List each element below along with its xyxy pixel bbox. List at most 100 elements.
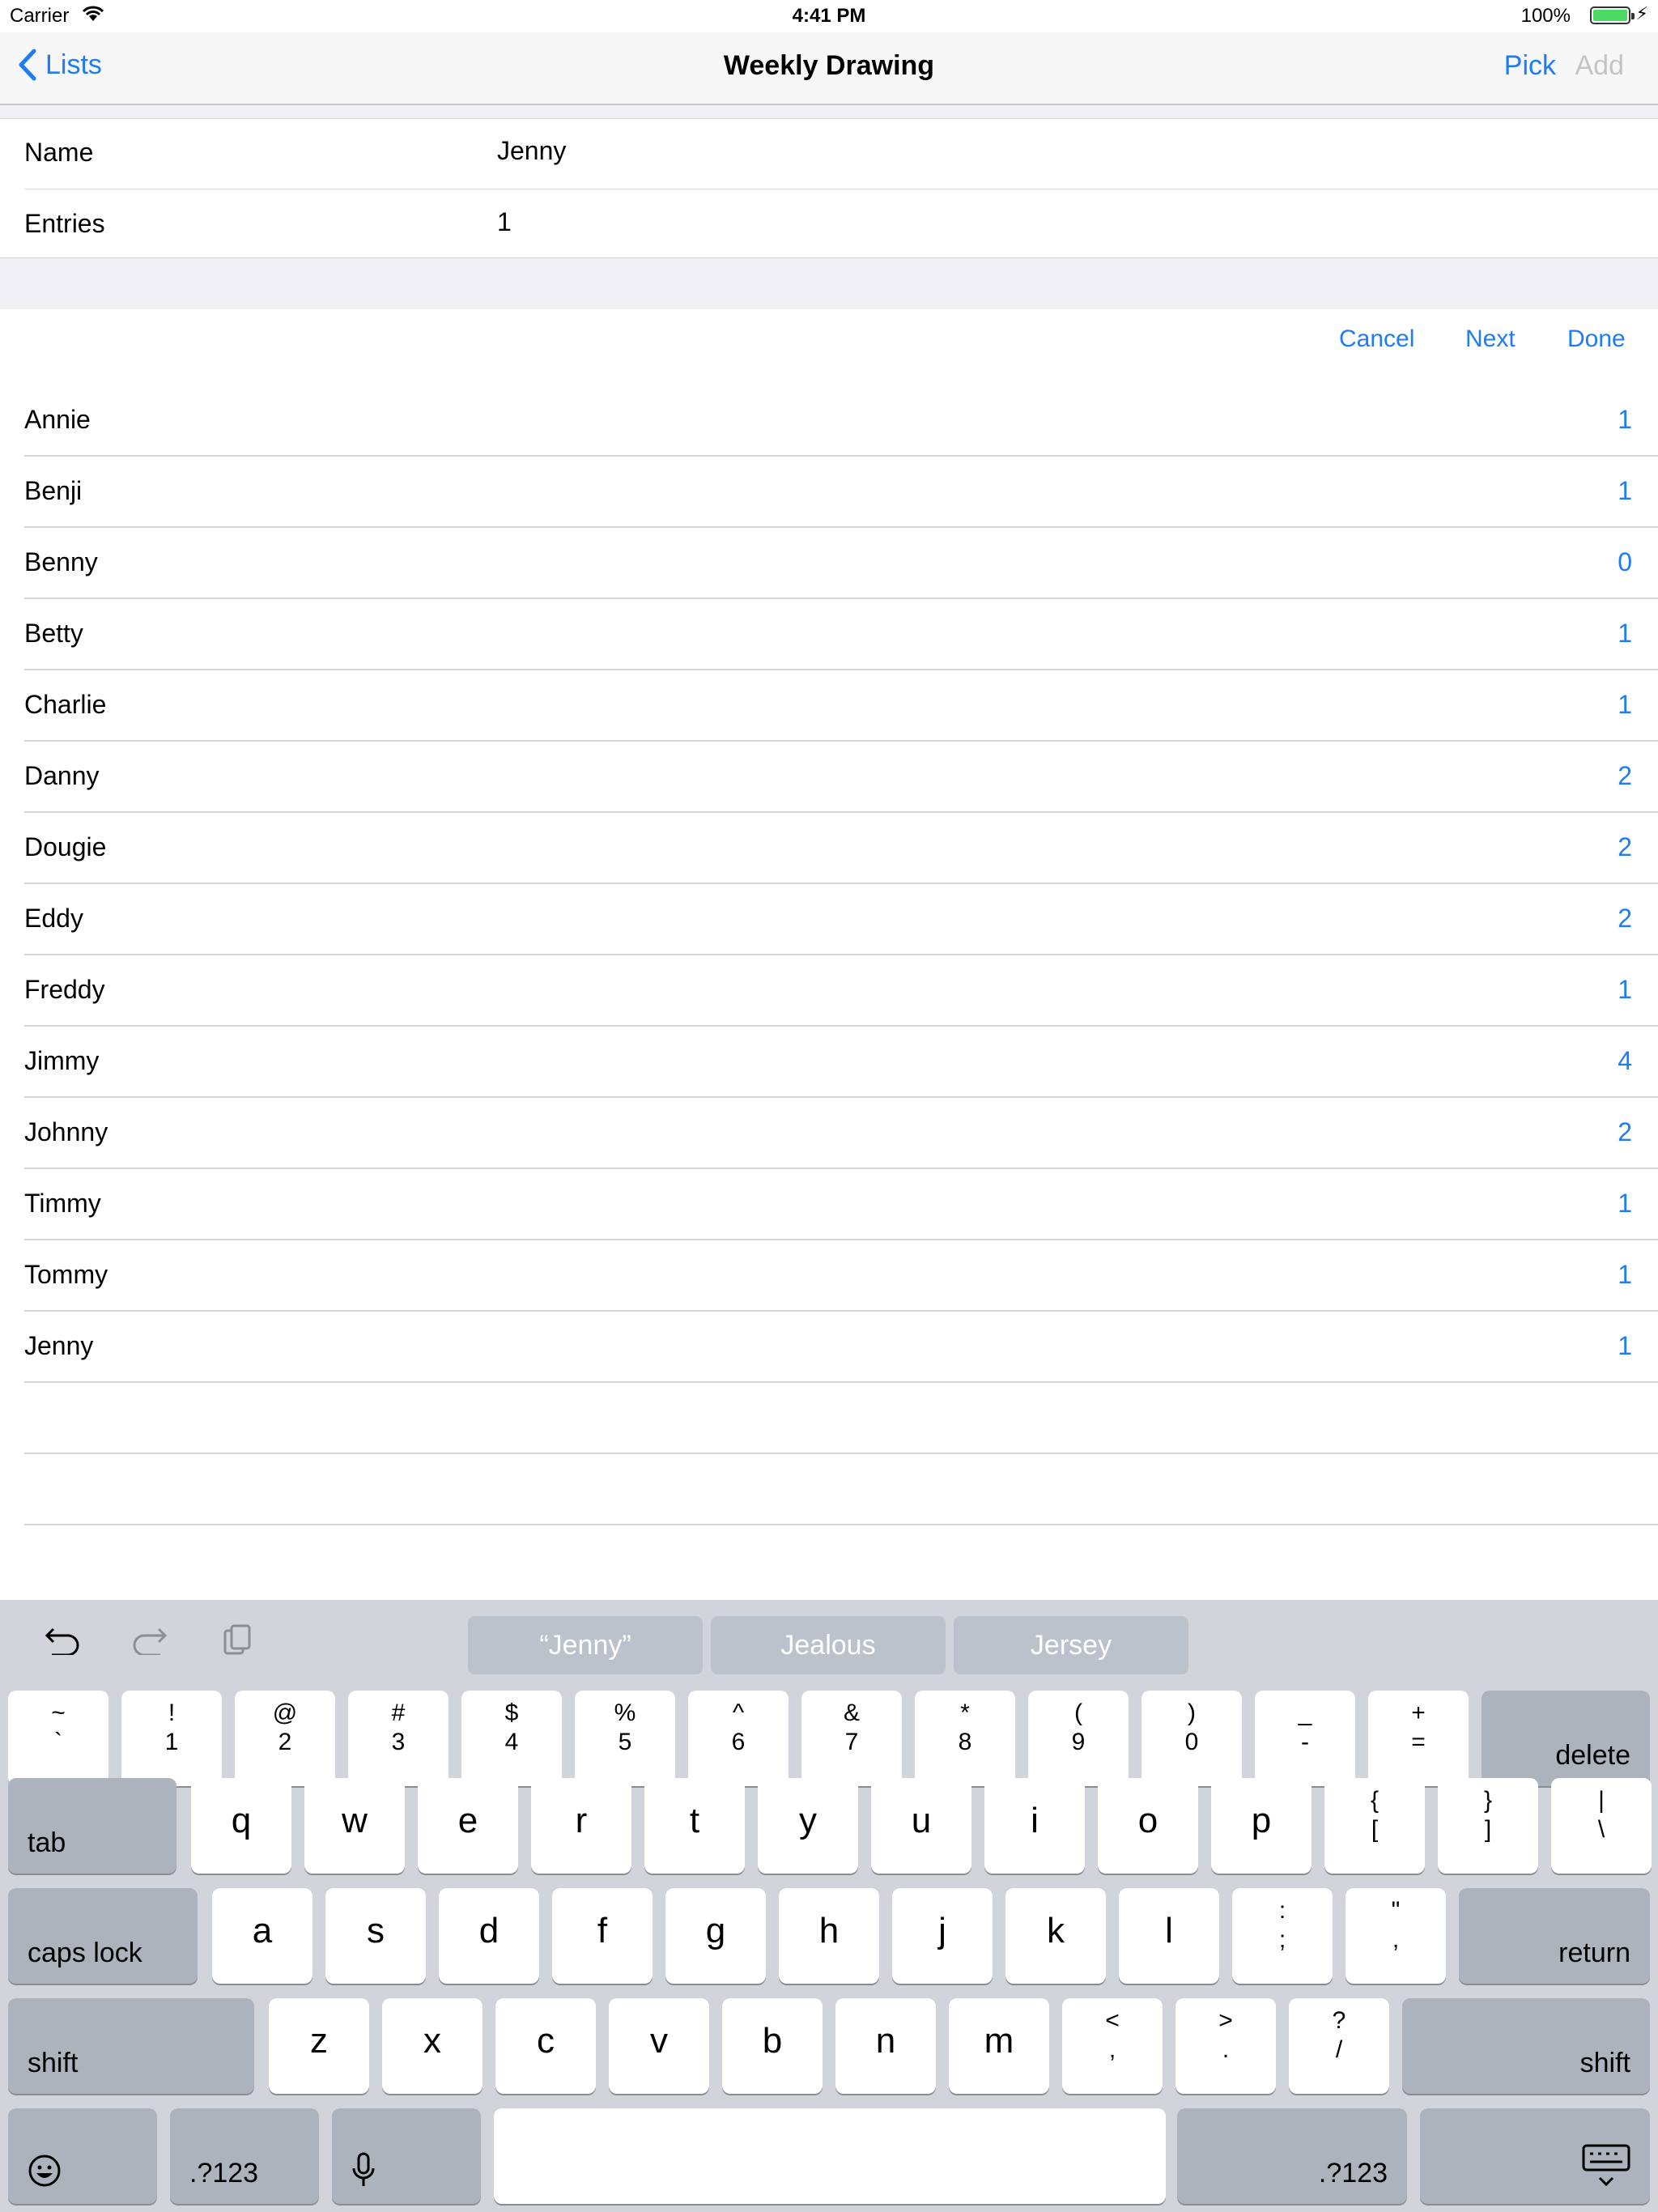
entry-count[interactable]: 1 xyxy=(1618,975,1632,1005)
suggestion-2[interactable]: Jealous xyxy=(711,1616,946,1674)
entry-count[interactable]: 1 xyxy=(1618,1331,1632,1361)
key-f[interactable]: f xyxy=(552,1888,653,1984)
entry-count[interactable]: 4 xyxy=(1618,1046,1632,1076)
key-a[interactable]: a xyxy=(212,1888,312,1984)
suggestion-3[interactable]: Jersey xyxy=(954,1616,1188,1674)
key-p[interactable]: p xyxy=(1211,1778,1312,1874)
key-u[interactable]: u xyxy=(871,1778,971,1874)
return-key[interactable]: return xyxy=(1459,1888,1650,1984)
key-symbol[interactable]: }] xyxy=(1438,1778,1538,1874)
shift-key-left[interactable]: shift xyxy=(8,1998,254,2094)
tab-key[interactable]: tab xyxy=(8,1778,176,1874)
entry-count[interactable]: 1 xyxy=(1618,690,1632,720)
key-symbol[interactable]: :; xyxy=(1232,1888,1333,1984)
entry-count[interactable]: 1 xyxy=(1618,405,1632,435)
key-8[interactable]: * 8 xyxy=(915,1691,1015,1786)
list-item[interactable]: Eddy 2 xyxy=(0,884,1658,955)
key-n[interactable]: n xyxy=(835,1998,936,2094)
suggestion-1[interactable]: “Jenny” xyxy=(468,1616,703,1674)
key-z[interactable]: z xyxy=(269,1998,369,2094)
list-item[interactable]: Danny 2 xyxy=(0,742,1658,813)
key-symbol[interactable]: <, xyxy=(1062,1998,1163,2094)
key-symbol[interactable]: | \ xyxy=(1551,1778,1652,1874)
key-x[interactable]: x xyxy=(382,1998,483,2094)
entries-field[interactable]: 1 xyxy=(497,207,512,237)
key-symbol[interactable]: >. xyxy=(1175,1998,1276,2094)
entry-count[interactable]: 2 xyxy=(1618,1117,1632,1147)
entry-count[interactable]: 1 xyxy=(1618,1189,1632,1219)
delete-key[interactable]: delete xyxy=(1482,1691,1650,1786)
caps-lock-key[interactable]: caps lock xyxy=(8,1888,198,1984)
entry-count[interactable]: 2 xyxy=(1618,761,1632,791)
list-item[interactable]: Freddy 1 xyxy=(0,955,1658,1027)
key-h[interactable]: h xyxy=(779,1888,879,1984)
space-key[interactable] xyxy=(494,2108,1166,2204)
key-e[interactable]: e xyxy=(418,1778,518,1874)
numbers-key-left[interactable]: .?123 xyxy=(170,2108,319,2204)
emoji-key[interactable] xyxy=(8,2108,157,2204)
list-item[interactable]: Johnny 2 xyxy=(0,1098,1658,1169)
numbers-key-right[interactable]: .?123 xyxy=(1177,2108,1407,2204)
key-t[interactable]: t xyxy=(644,1778,745,1874)
list-item[interactable]: Betty 1 xyxy=(0,599,1658,670)
name-field[interactable]: Jenny xyxy=(497,136,566,166)
key-2[interactable]: @2 xyxy=(235,1691,335,1786)
key-5[interactable]: % 5 xyxy=(575,1691,675,1786)
list-item[interactable]: Benny 0 xyxy=(0,528,1658,599)
key-symbol[interactable]: ? / xyxy=(1289,1998,1389,2094)
key-g[interactable]: g xyxy=(665,1888,766,1984)
key-symbol[interactable]: {[ xyxy=(1324,1778,1425,1874)
dictation-key[interactable] xyxy=(332,2108,481,2204)
key-v[interactable]: v xyxy=(609,1998,709,2094)
name-row[interactable]: Name Jenny xyxy=(0,118,1658,189)
key-i[interactable]: i xyxy=(984,1778,1085,1874)
key-9[interactable]: (9 xyxy=(1028,1691,1129,1786)
list-item[interactable]: Jimmy 4 xyxy=(0,1027,1658,1098)
entry-count[interactable]: 1 xyxy=(1618,619,1632,649)
key-`[interactable]: ~ ` xyxy=(8,1691,108,1786)
entry-count[interactable]: 1 xyxy=(1618,1260,1632,1290)
undo-icon[interactable] xyxy=(44,1623,83,1659)
key-0[interactable]: ) 0 xyxy=(1141,1691,1242,1786)
add-button[interactable]: Add xyxy=(1575,50,1625,82)
key-=[interactable]: + = xyxy=(1368,1691,1469,1786)
pick-button[interactable]: Pick xyxy=(1504,50,1556,82)
key-y[interactable]: y xyxy=(758,1778,858,1874)
entry-count[interactable]: 2 xyxy=(1618,832,1632,862)
key-o[interactable]: o xyxy=(1098,1778,1198,1874)
paste-icon[interactable] xyxy=(222,1623,254,1659)
key-4[interactable]: $4 xyxy=(461,1691,562,1786)
entries-row[interactable]: Entries 1 xyxy=(0,189,1658,261)
done-button[interactable]: Done xyxy=(1567,325,1626,353)
entry-count[interactable]: 1 xyxy=(1618,476,1632,506)
key-k[interactable]: k xyxy=(1005,1888,1106,1984)
list-item[interactable]: Timmy 1 xyxy=(0,1169,1658,1240)
entry-count[interactable]: 2 xyxy=(1618,904,1632,934)
next-button[interactable]: Next xyxy=(1465,325,1516,353)
key-1[interactable]: ! 1 xyxy=(121,1691,222,1786)
list-item[interactable]: Charlie 1 xyxy=(0,670,1658,742)
key-w[interactable]: w xyxy=(304,1778,405,1874)
key-b[interactable]: b xyxy=(722,1998,823,2094)
key-symbol[interactable]: ", xyxy=(1346,1888,1446,1984)
shift-key-right[interactable]: shift xyxy=(1402,1998,1650,2094)
list-item[interactable]: Dougie 2 xyxy=(0,813,1658,884)
list-item[interactable]: Benji 1 xyxy=(0,457,1658,528)
list-item[interactable]: Tommy 1 xyxy=(0,1240,1658,1312)
list-item[interactable]: Annie 1 xyxy=(0,385,1658,457)
key-6[interactable]: ^ 6 xyxy=(688,1691,789,1786)
key-7[interactable]: & 7 xyxy=(801,1691,902,1786)
key-3[interactable]: #3 xyxy=(348,1691,449,1786)
redo-icon[interactable] xyxy=(130,1623,168,1659)
key-j[interactable]: j xyxy=(892,1888,993,1984)
key-d[interactable]: d xyxy=(439,1888,539,1984)
cancel-button[interactable]: Cancel xyxy=(1339,325,1414,353)
key-m[interactable]: m xyxy=(949,1998,1049,2094)
key--[interactable]: _ - xyxy=(1255,1691,1355,1786)
key-r[interactable]: r xyxy=(531,1778,631,1874)
key-l[interactable]: l xyxy=(1119,1888,1219,1984)
dismiss-keyboard-key[interactable] xyxy=(1420,2108,1650,2204)
key-c[interactable]: c xyxy=(495,1998,596,2094)
key-q[interactable]: q xyxy=(191,1778,291,1874)
key-s[interactable]: s xyxy=(325,1888,426,1984)
